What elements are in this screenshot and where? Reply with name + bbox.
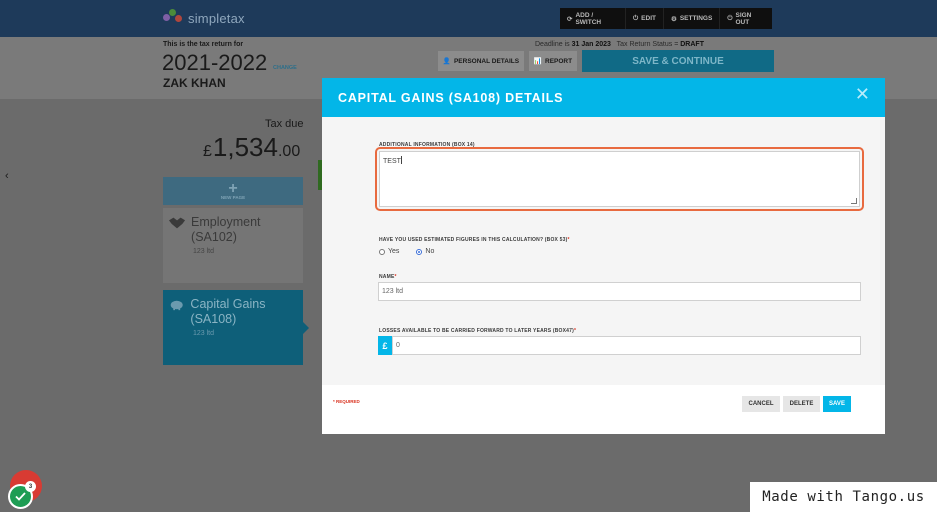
- close-icon[interactable]: ✕: [855, 85, 870, 103]
- deadline-value: 31 Jan 2023: [571, 41, 611, 48]
- modal-title: CAPITAL GAINS (SA108) DETAILS: [338, 90, 564, 105]
- deadline-status-line: Deadline is 31 Jan 2023 Tax Return Statu…: [535, 41, 704, 48]
- nav-settings-label: SETTINGS: [679, 15, 713, 22]
- radio-no[interactable]: No: [416, 248, 434, 255]
- tax-due-currency: £: [203, 143, 212, 160]
- simpletax-logo[interactable]: simpletax: [163, 7, 245, 29]
- gear-icon: ⚙: [670, 15, 677, 23]
- power-icon: ⏻: [727, 14, 733, 22]
- name-label: NAME*: [379, 274, 397, 280]
- nav-add-switch-label: ADD / SWITCH: [575, 11, 602, 26]
- required-mark: *: [574, 328, 577, 334]
- cancel-button[interactable]: CANCEL: [742, 396, 780, 412]
- page-card-capital-gains[interactable]: Capital Gains (SA108) 123 ltd: [163, 290, 309, 365]
- delete-button[interactable]: DELETE: [783, 396, 820, 412]
- tax-year: 2021-2022: [162, 50, 268, 75]
- tax-due-label: Tax due: [265, 118, 304, 130]
- check-icon: [15, 492, 26, 501]
- required-mark: *: [567, 237, 570, 243]
- power-icon: ⏻: [633, 14, 639, 22]
- logo-icon: [163, 9, 185, 27]
- tango-widget-count-badge: 3: [25, 481, 36, 492]
- modal-header: CAPITAL GAINS (SA108) DETAILS ✕: [322, 78, 885, 117]
- save-continue-button[interactable]: SAVE & CONTINUE: [582, 50, 774, 72]
- status-label: Tax Return Status =: [616, 41, 679, 48]
- nav-sign-out[interactable]: ⏻ SIGN OUT: [720, 8, 772, 29]
- additional-info-focus-ring: TEST: [375, 147, 864, 211]
- required-note: * REQUIRED: [333, 399, 360, 404]
- page-card-employment[interactable]: Employment (SA102) 123 ltd: [163, 208, 303, 283]
- losses-label-text: LOSSES AVAILABLE TO BE CARRIED FORWARD T…: [379, 328, 574, 334]
- radio-yes-label: Yes: [388, 248, 400, 255]
- change-year-link[interactable]: CHANGE: [273, 65, 297, 71]
- new-page-label: NEW PAGE: [220, 195, 246, 200]
- additional-info-textarea[interactable]: TEST: [379, 151, 860, 207]
- card-subtitle: 123 ltd: [193, 248, 215, 255]
- tax-return-subtitle: This is the tax return for: [163, 41, 244, 48]
- refresh-icon: ⟳: [567, 15, 573, 23]
- piggy-bank-icon: [170, 300, 183, 311]
- tax-due-decimals: .00: [277, 143, 301, 160]
- nav-edit[interactable]: ⏻ EDIT: [626, 8, 664, 29]
- logo-text: simpletax: [188, 10, 245, 26]
- user-icon: 👤: [442, 58, 451, 65]
- losses-input[interactable]: 0: [392, 336, 861, 355]
- deadline-label: Deadline is: [535, 41, 570, 48]
- pound-icon: £: [378, 336, 392, 355]
- top-navigation-bar: simpletax ⟳ ADD / SWITCH ⏻ EDIT ⚙ SETTIN…: [0, 0, 937, 37]
- tax-due-amount: £ 1,534 .00: [203, 132, 300, 163]
- estimated-figures-radio-group: Yes No: [379, 248, 434, 255]
- top-nav-menu: ⟳ ADD / SWITCH ⏻ EDIT ⚙ SETTINGS ⏻ SIGN …: [560, 8, 772, 29]
- personal-details-label: PERSONAL DETAILS: [453, 57, 520, 65]
- estimated-figures-text: HAVE YOU USED ESTIMATED FIGURES IN THIS …: [379, 237, 568, 243]
- report-label: REPORT: [545, 57, 573, 65]
- card-title: Employment (SA102): [191, 215, 261, 244]
- plus-icon: +: [228, 180, 238, 197]
- chart-icon: 📊: [533, 58, 542, 65]
- new-page-button[interactable]: + NEW PAGE: [163, 177, 303, 205]
- status-value: DRAFT: [680, 41, 704, 48]
- text-caret: [400, 156, 402, 164]
- name-input[interactable]: 123 ltd: [378, 282, 861, 301]
- save-button[interactable]: SAVE: [823, 396, 851, 412]
- required-mark: *: [394, 274, 397, 280]
- radio-no-label: No: [425, 248, 435, 255]
- radio-no-circle[interactable]: [416, 248, 423, 255]
- radio-yes[interactable]: Yes: [379, 248, 399, 255]
- report-button[interactable]: 📊 REPORT: [529, 51, 577, 71]
- radio-yes-circle[interactable]: [379, 248, 385, 255]
- tax-due-value: 1,534: [212, 132, 278, 162]
- taxpayer-name: ZAK KHAN: [163, 76, 226, 90]
- card-title: Capital Gains (SA108): [190, 297, 266, 326]
- tango-watermark: Made with Tango.us: [750, 482, 937, 512]
- chevron-left-icon[interactable]: ‹: [5, 170, 9, 182]
- personal-details-button[interactable]: 👤 PERSONAL DETAILS: [438, 51, 524, 71]
- nav-add-switch[interactable]: ⟳ ADD / SWITCH: [560, 8, 627, 29]
- estimated-figures-label: HAVE YOU USED ESTIMATED FIGURES IN THIS …: [379, 237, 570, 243]
- losses-label: LOSSES AVAILABLE TO BE CARRIED FORWARD T…: [379, 328, 576, 334]
- nav-edit-label: EDIT: [641, 15, 656, 22]
- losses-field: £ 0: [378, 336, 861, 355]
- capital-gains-modal: CAPITAL GAINS (SA108) DETAILS ✕ ADDITION…: [322, 78, 885, 434]
- handshake-icon: [169, 217, 186, 229]
- name-label-text: NAME: [379, 274, 395, 280]
- nav-settings[interactable]: ⚙ SETTINGS: [664, 8, 721, 29]
- additional-info-value: TEST: [383, 158, 401, 165]
- nav-sign-out-label: SIGN OUT: [735, 11, 752, 26]
- resize-handle-icon[interactable]: [851, 198, 857, 204]
- card-subtitle: 123 ltd: [193, 330, 215, 337]
